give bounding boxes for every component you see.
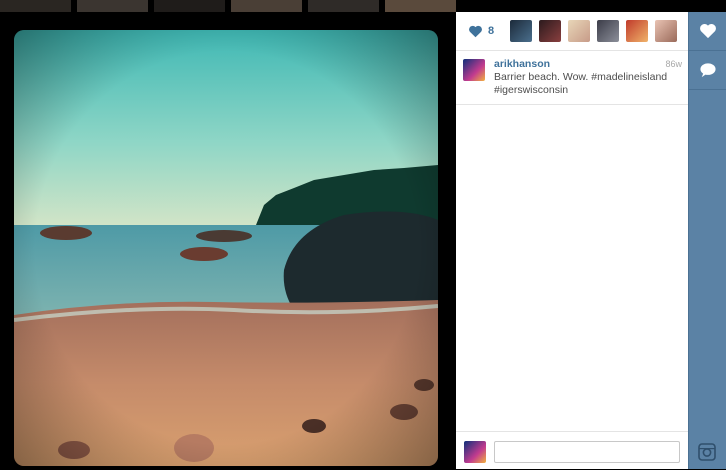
liker-avatar[interactable] <box>626 20 649 42</box>
liker-avatars <box>510 20 678 42</box>
instagram-camera-icon[interactable] <box>698 443 716 461</box>
username-link[interactable]: arikhanson <box>494 58 550 70</box>
thumbnail[interactable] <box>231 0 302 12</box>
comment-bar <box>456 431 688 470</box>
speech-bubble-icon <box>700 63 716 78</box>
liker-avatar[interactable] <box>655 20 678 42</box>
divider <box>456 104 688 105</box>
thumbnail[interactable] <box>77 0 148 12</box>
photo-viewer <box>0 12 456 469</box>
avatar[interactable] <box>463 59 485 81</box>
thumbnail[interactable] <box>308 0 379 12</box>
liker-avatar[interactable] <box>597 20 620 42</box>
thumbnail[interactable] <box>385 0 456 12</box>
post-panel: 8 arikhanson 86w Barrier beach. Wow. #ma… <box>456 12 688 469</box>
like-button[interactable] <box>689 12 726 51</box>
comment-input[interactable] <box>494 441 680 463</box>
beach-photo-image <box>14 30 438 466</box>
likes-bar: 8 <box>456 12 688 51</box>
heart-icon <box>700 24 716 39</box>
liker-avatar[interactable] <box>510 20 533 42</box>
action-rail <box>688 12 726 469</box>
comment-button[interactable] <box>689 51 726 90</box>
thumbnail[interactable] <box>154 0 225 12</box>
caption-text: Barrier beach. Wow. #madelineisland #ige… <box>494 71 668 96</box>
liker-avatar[interactable] <box>568 20 591 42</box>
beach-photo[interactable] <box>14 30 438 466</box>
avatar <box>464 441 486 463</box>
liker-avatar[interactable] <box>539 20 562 42</box>
like-count[interactable]: 8 <box>488 25 494 37</box>
thumbnail[interactable] <box>0 0 71 12</box>
post-timestamp: 86w <box>665 59 682 69</box>
thumbnail-strip <box>0 0 456 12</box>
heart-icon[interactable] <box>468 25 483 38</box>
